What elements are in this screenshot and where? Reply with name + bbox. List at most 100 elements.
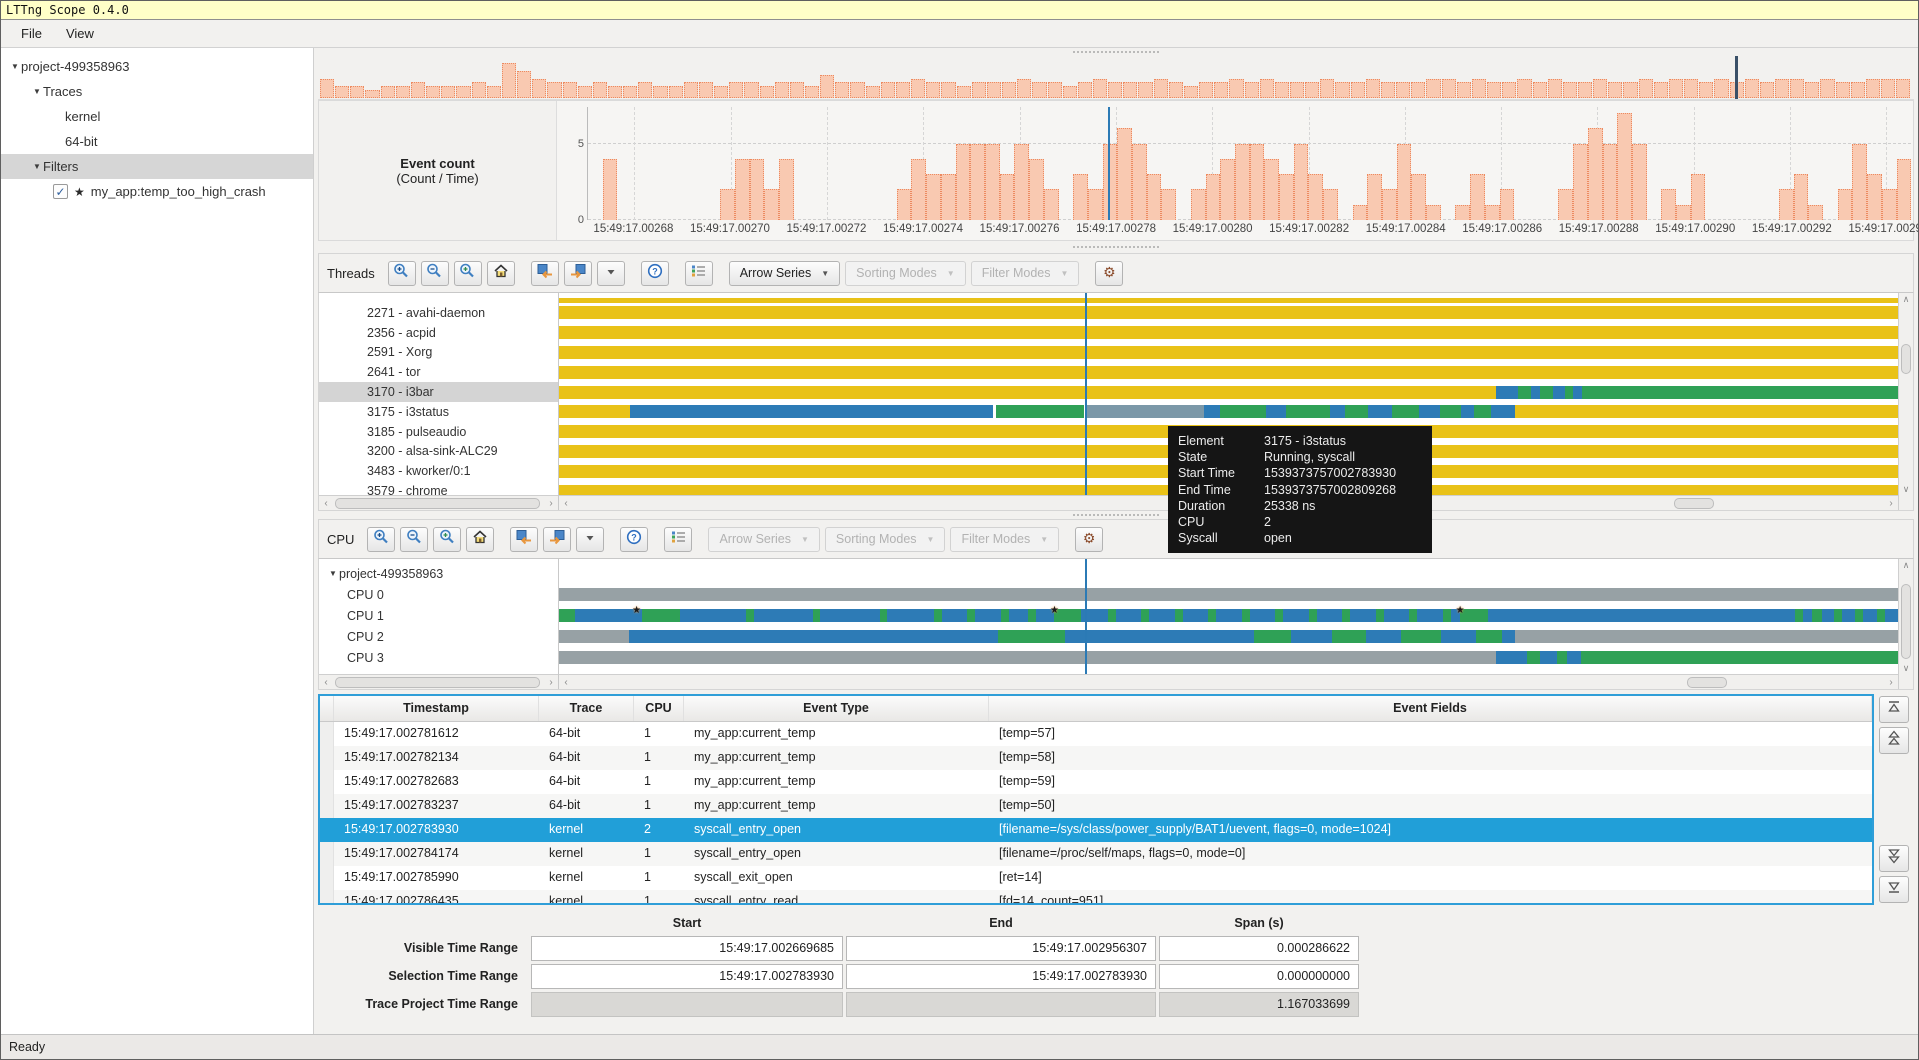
scroll-to-top-button[interactable] xyxy=(1879,696,1909,723)
state-segment[interactable] xyxy=(1204,405,1221,419)
column-header-trace[interactable]: Trace xyxy=(539,696,634,721)
menu-file[interactable]: File xyxy=(9,22,54,45)
state-segment[interactable] xyxy=(1344,405,1368,419)
state-segment[interactable] xyxy=(1350,609,1376,622)
state-segment[interactable] xyxy=(629,405,993,419)
state-segment[interactable] xyxy=(1409,609,1418,622)
threads-tree-hscrollbar[interactable]: ‹ › xyxy=(319,495,558,510)
event-row[interactable]: 15:49:17.002781612 64-bit 1 my_app:current_… xyxy=(320,722,1872,746)
state-segment[interactable] xyxy=(1501,630,1516,643)
tree-expander-icon[interactable]: ▼ xyxy=(9,62,21,71)
splitter-top[interactable] xyxy=(318,48,1914,56)
scrollbar-thumb[interactable] xyxy=(335,676,540,688)
state-segment[interactable] xyxy=(1855,609,1864,622)
state-segment[interactable] xyxy=(1342,609,1351,622)
state-segment[interactable] xyxy=(1461,405,1474,419)
scroll-right-icon[interactable]: › xyxy=(544,498,558,509)
state-segment[interactable] xyxy=(1476,630,1502,643)
state-segment[interactable] xyxy=(1496,385,1518,399)
settings-button[interactable]: ⚙ xyxy=(1075,526,1104,552)
cpu-timeline[interactable]: ★ ★ ★ ‹ › xyxy=(559,559,1898,689)
state-segment[interactable] xyxy=(1253,630,1292,643)
list-item-3185-pulseaudio[interactable]: 3185 - pulseaudio xyxy=(319,422,558,442)
scroll-left-icon[interactable]: ‹ xyxy=(319,498,333,509)
state-segment[interactable] xyxy=(1863,609,1877,622)
event-row[interactable]: 15:49:17.002784174 kernel 1 syscall_entry_o… xyxy=(320,842,1872,866)
star-marker-icon[interactable]: ★ xyxy=(1456,604,1465,617)
scrollbar-thumb[interactable] xyxy=(335,497,540,509)
list-item-3200-alsa-sink-alc29[interactable]: 3200 - alsa-sink-ALC29 xyxy=(319,442,558,462)
list-item-cpu-1[interactable]: CPU 1 xyxy=(319,605,558,626)
list-item-2356-acpid[interactable]: 2356 - acpid xyxy=(319,323,558,343)
state-segment[interactable] xyxy=(1316,609,1343,622)
state-segment[interactable] xyxy=(880,609,888,622)
star-marker-icon[interactable]: ★ xyxy=(1050,604,1059,617)
state-segment[interactable] xyxy=(1572,385,1582,399)
state-segment[interactable] xyxy=(1794,609,1803,622)
list-item-2591-xorg[interactable]: 2591 - Xorg xyxy=(319,343,558,363)
state-segment[interactable] xyxy=(1531,385,1541,399)
state-segment[interactable] xyxy=(1841,609,1856,622)
seek-previous-button[interactable] xyxy=(530,260,559,286)
state-segment[interactable] xyxy=(813,609,821,622)
state-segment[interactable] xyxy=(559,326,1898,340)
tree-expander-icon[interactable]: ▼ xyxy=(327,569,339,578)
state-segment[interactable] xyxy=(820,609,881,622)
seek-next-button[interactable] xyxy=(563,260,592,286)
filter-checkbox[interactable]: ✓ xyxy=(53,184,68,199)
splitter-2[interactable] xyxy=(318,511,1914,519)
state-segment[interactable] xyxy=(559,609,576,622)
scroll-up-icon[interactable]: ∧ xyxy=(1899,293,1913,305)
state-segment[interactable] xyxy=(559,588,1898,601)
sidebar-item-traces[interactable]: ▼ Traces xyxy=(1,79,313,104)
event-row[interactable]: 15:49:17.002786435 kernel 1 syscall_entry_r… xyxy=(320,890,1872,903)
list-item-2271-avahi-daemon[interactable]: 2271 - avahi-daemon xyxy=(319,303,558,323)
state-segment[interactable] xyxy=(1556,651,1568,664)
event-row[interactable]: 15:49:17.002782134 64-bit 1 my_app:current_… xyxy=(320,746,1872,770)
scroll-right-icon[interactable]: › xyxy=(1884,677,1898,688)
state-segment[interactable] xyxy=(1564,385,1573,399)
help-button[interactable]: ? xyxy=(620,526,649,552)
range-start-field[interactable]: 15:49:17.002669685 xyxy=(531,936,843,961)
state-segment[interactable] xyxy=(1182,609,1209,622)
menu-view[interactable]: View xyxy=(54,22,106,45)
list-item-3175-i3status[interactable]: 3175 - i3status xyxy=(319,402,558,422)
state-segment[interactable] xyxy=(1107,609,1117,622)
state-segment[interactable] xyxy=(1383,609,1410,622)
state-segment[interactable] xyxy=(1000,609,1009,622)
state-segment[interactable] xyxy=(1441,630,1477,643)
scroll-to-bottom-button[interactable] xyxy=(1879,876,1909,903)
list-item-project-499358963[interactable]: ▼ project-499358963 xyxy=(319,563,558,584)
column-header-event-fields[interactable]: Event Fields xyxy=(989,696,1872,721)
state-segment[interactable] xyxy=(1331,630,1367,643)
state-segment[interactable] xyxy=(1275,609,1284,622)
state-segment[interactable] xyxy=(1249,609,1276,622)
range-span-field[interactable]: 0.000286622 xyxy=(1159,936,1359,961)
state-segment[interactable] xyxy=(1330,405,1345,419)
sidebar-item-project-499358963[interactable]: ▼ project-499358963 xyxy=(1,54,313,79)
cpu-vscrollbar[interactable]: ∧ ∨ xyxy=(1898,559,1913,689)
zoom-selection-button[interactable] xyxy=(453,260,482,286)
state-segment[interactable] xyxy=(1291,630,1332,643)
state-segment[interactable] xyxy=(1884,609,1898,622)
state-segment[interactable] xyxy=(628,630,999,643)
state-segment[interactable] xyxy=(1116,609,1142,622)
state-segment[interactable] xyxy=(1401,630,1442,643)
state-segment[interactable] xyxy=(1580,651,1898,664)
threads-vscrollbar[interactable]: ∧ ∨ xyxy=(1898,293,1913,510)
splitter-1[interactable] xyxy=(318,241,1914,253)
state-segment[interactable] xyxy=(1308,609,1317,622)
range-span-field[interactable]: 0.000000000 xyxy=(1159,964,1359,989)
state-segment[interactable] xyxy=(941,609,968,622)
scrollbar-thumb[interactable] xyxy=(1901,344,1911,375)
state-segment[interactable] xyxy=(559,630,629,643)
list-item-3170-i3bar[interactable]: 3170 - i3bar xyxy=(319,382,558,402)
event-row[interactable]: 15:49:17.002783930 kernel 2 syscall_entry_o… xyxy=(320,818,1872,842)
legend-button[interactable] xyxy=(684,260,713,286)
tree-expander-icon[interactable]: ▼ xyxy=(31,87,43,96)
scroll-left-icon[interactable]: ‹ xyxy=(559,677,573,688)
arrow-series-combo[interactable]: Arrow Series ▼ xyxy=(728,260,841,286)
state-segment[interactable] xyxy=(1833,609,1842,622)
list-item-cpu-3[interactable]: CPU 3 xyxy=(319,647,558,668)
state-segment[interactable] xyxy=(1418,405,1441,419)
